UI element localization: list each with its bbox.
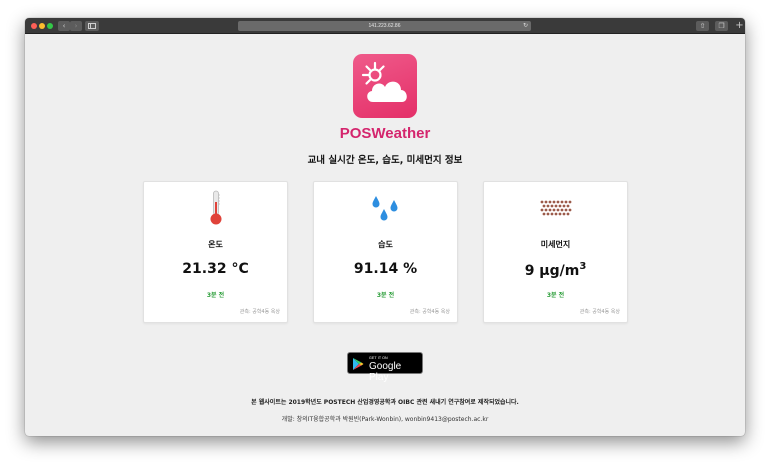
updated-ago-text: 3분 전 <box>546 292 565 299</box>
updated-ago-text: 3분 전 <box>206 292 225 299</box>
fine-dust-value: 9 μg/m3 <box>484 261 627 279</box>
humidity-card: 습도 91.14 % 3분 전 관측: 공학4동 옥상 <box>313 181 458 323</box>
card-label: 습도 <box>378 240 393 249</box>
close-window-button[interactable] <box>31 23 37 29</box>
reload-icon[interactable]: ↻ <box>523 21 528 31</box>
zoom-window-button[interactable] <box>47 23 53 29</box>
fine-dust-number-unit: 9 μg/m <box>524 263 580 279</box>
chevron-left-icon[interactable]: ‹ <box>58 21 70 31</box>
badge-caption: GET IT ON <box>369 356 388 360</box>
observation-location: 관측: 공학4동 옥상 <box>409 309 450 315</box>
google-play-icon <box>353 358 364 370</box>
water-drops-icon <box>366 190 406 226</box>
temperature-card: 온도 21.32 °C 3분 전 관측: 공학4동 옥상 <box>143 181 288 323</box>
sidebar-icon[interactable] <box>85 21 99 31</box>
app-subtitle: 교내 실시간 온도, 습도, 미세먼지 정보 <box>307 155 463 166</box>
card-label: 미세먼지 <box>540 240 571 249</box>
dust-particles-icon <box>536 190 576 226</box>
card-label: 온도 <box>208 240 223 249</box>
updated-ago-text: 3분 전 <box>376 292 395 299</box>
browser-window: ‹ › 141.223.62.86 ↻ ⇧ ❐ + POSWeather 교내 … <box>25 18 745 436</box>
temperature-value: 21.32 °C <box>182 261 249 277</box>
footer-developer: 개발: 창의IT융합공학과 박원빈(Park-Wonbin), wonbin94… <box>281 416 489 423</box>
unit-exponent: 3 <box>579 261 587 272</box>
url-text: 141.223.62.86 <box>368 23 401 29</box>
address-bar[interactable]: 141.223.62.86 ↻ <box>238 21 531 31</box>
google-play-badge[interactable]: GET IT ON Google Play <box>347 352 423 383</box>
humidity-value: 91.14 % <box>353 261 418 277</box>
fine-dust-card: 미세먼지 9 μg/m3 3분 전 관측: 공학4동 옥상 <box>483 181 628 323</box>
minimize-window-button[interactable] <box>39 23 45 29</box>
footer-credit: 본 웹사이트는 2019학년도 POSTECH 산업경영공학과 OIBC 관련 … <box>251 399 519 406</box>
thermometer-icon <box>196 190 236 226</box>
tabs-overview-icon[interactable]: ❐ <box>715 21 728 31</box>
observation-location: 관측: 공학4동 옥상 <box>239 309 280 315</box>
weather-sun-cloud-icon <box>353 54 417 118</box>
page-content: POSWeather 교내 실시간 온도, 습도, 미세먼지 정보 온도 21.… <box>25 35 745 436</box>
chevron-right-icon[interactable]: › <box>70 21 82 31</box>
plus-icon[interactable]: + <box>734 19 745 33</box>
app-title: POSWeather <box>339 125 431 142</box>
browser-toolbar: ‹ › 141.223.62.86 ↻ ⇧ ❐ + <box>25 18 745 34</box>
badge-store-name: Google Play <box>369 361 402 383</box>
observation-location: 관측: 공학4동 옥상 <box>579 309 620 315</box>
share-icon[interactable]: ⇧ <box>696 21 709 31</box>
